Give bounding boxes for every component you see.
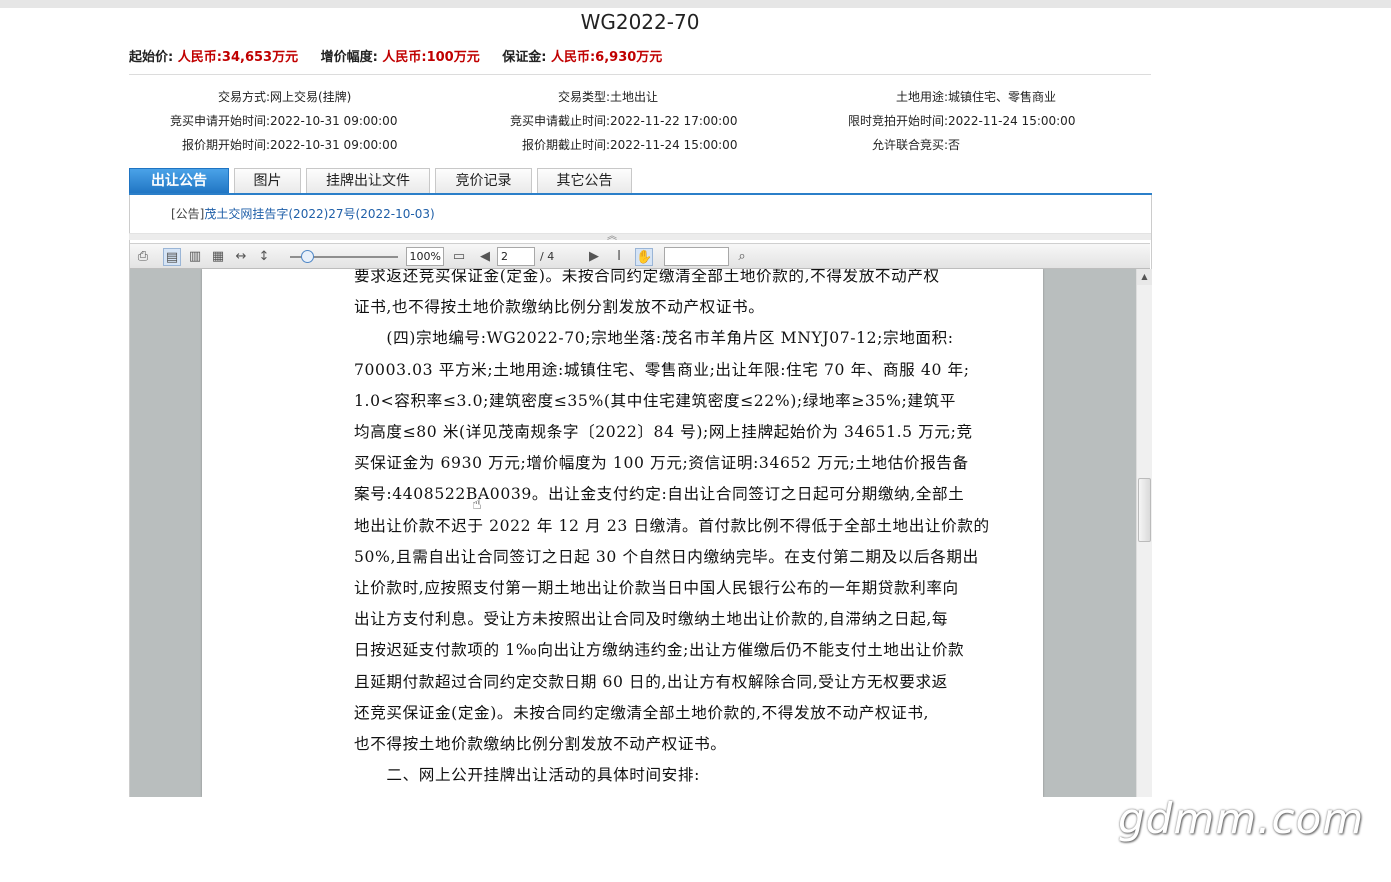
tab-listing-documents[interactable]: 挂牌出让文件 — [306, 168, 430, 194]
document-line: 日按迟延支付款项的 1‰向出让方缴纳违约金;出让方催缴后仍不能支付土地出让价款 — [354, 641, 965, 660]
deposit-label: 保证金: — [502, 50, 547, 65]
pdf-page: 要求返还竞买保证金(定金)。未按合同约定缴清全部土地价款的,不得发放不动产权 证书… — [202, 269, 1043, 797]
pdf-toolbar: ⎙ ▤ ▥ ▦ ↔ ↕ 100% ▭ ◀ 2 / 4 ▶ I ✋ ⌕ — [130, 243, 1150, 269]
tab-announcement[interactable]: 出让公告 — [129, 168, 229, 194]
divider — [129, 74, 1151, 75]
info-value: 土地出让 — [610, 90, 659, 104]
document-line: 要求返还竞买保证金(定金)。未按合同约定缴清全部土地价款的,不得发放不动产权 — [354, 269, 940, 285]
page-title: WG2022-70 — [580, 10, 700, 34]
top-bar — [0, 0, 1391, 8]
zoom-slider-handle[interactable] — [301, 250, 314, 263]
document-line: 买保证金为 6930 万元;增价幅度为 100 万元;资信证明:34652 万元… — [354, 454, 969, 473]
document-line: 让价款时,应按照支付第一期土地出让价款当日中国人民银行公布的一年期贷款利率向 — [354, 579, 959, 598]
info-label: 竞买申请开始时间: — [169, 114, 270, 128]
info-value: 2022-10-31 09:00:00 — [270, 114, 398, 128]
info-value: 2022-10-31 09:00:00 — [270, 138, 398, 152]
vertical-scrollbar[interactable]: ▲ — [1136, 269, 1152, 797]
next-page-icon[interactable]: ▶ — [585, 248, 603, 266]
document-line: 案号:4408522BA0039。出让金支付约定:自出让合同签订之日起可分期缴纳… — [354, 485, 965, 504]
info-label: 允许联合竞买: — [871, 138, 948, 152]
info-label: 竞买申请截止时间: — [509, 114, 610, 128]
info-col-2: 交易类型:土地出让 竞买申请截止时间:2022-11-22 17:00:00 报… — [490, 88, 738, 153]
document-line: 70003.03 平方米;土地用途:城镇住宅、零售商业;出让年限:住宅 70 年… — [354, 360, 970, 379]
print-icon[interactable]: ⎙ — [134, 248, 152, 266]
increment-value: 人民币:100万元 — [382, 50, 480, 65]
info-col-3: 土地用途:城镇住宅、零售商业 限时竞拍开始时间:2022-11-24 15:00… — [828, 88, 1076, 153]
start-price-value: 人民币:34,653万元 — [177, 50, 299, 65]
info-label: 报价期截止时间: — [521, 138, 610, 152]
document-text: 要求返还竞买保证金(定金)。未按合同约定缴清全部土地价款的,不得发放不动产权 证书… — [354, 269, 1038, 791]
document-line: 证书,也不得按土地价款缴纳比例分割发放不动产权证书。 — [354, 298, 765, 317]
document-line: (四)宗地编号:WG2022-70;宗地坐落:茂名市羊角片区 MNYJ07-12… — [354, 329, 954, 348]
zoom-input[interactable]: 100% — [406, 247, 444, 266]
search-icon[interactable]: ⌕ — [733, 248, 751, 266]
document-line: 且延期付款超过合同约定交款日期 60 日的,出让方有权解除合同,受让方无权要求返 — [354, 672, 948, 691]
info-value: 2022-11-24 15:00:00 — [610, 138, 738, 152]
info-label: 交易类型: — [557, 90, 610, 104]
info-label: 土地用途: — [895, 90, 948, 104]
scroll-up-icon[interactable]: ▲ — [1137, 269, 1152, 285]
document-line: 地出让价款不迟于 2022 年 12 月 23 日缴清。首付款比例不得低于全部土… — [354, 516, 990, 535]
info-label: 交易方式: — [217, 90, 270, 104]
hand-tool-icon[interactable]: ✋ — [635, 248, 653, 266]
document-line: 出让方支付利息。受让方未按照出让合同及时缴纳土地出让价款的,自滞纳之日起,每 — [354, 610, 949, 629]
price-row: 起始价: 人民币:34,653万元 增价幅度: 人民币:100万元 保证金: 人… — [129, 46, 680, 65]
tab-other-notices[interactable]: 其它公告 — [537, 168, 632, 194]
info-value: 城镇住宅、零售商业 — [948, 90, 1057, 104]
info-value: 2022-11-24 15:00:00 — [948, 114, 1076, 128]
document-line: 50%,且需自出让合同签订之日起 30 个自然日内缴纳完毕。在支付第二期及以后各… — [354, 547, 979, 566]
page-total: / 4 — [540, 250, 555, 263]
deposit-value: 人民币:6,930万元 — [550, 50, 663, 65]
info-value: 网上交易(挂牌) — [270, 90, 352, 104]
single-page-icon[interactable]: ▤ — [163, 248, 181, 266]
thumbnail-grid-icon[interactable]: ▦ — [209, 248, 227, 266]
info-label: 限时竞拍开始时间: — [847, 114, 948, 128]
notice-prefix: [公告] — [171, 207, 205, 221]
collapse-bar[interactable] — [129, 233, 1151, 240]
increment-label: 增价幅度: — [320, 50, 378, 65]
page-number-input[interactable]: 2 — [497, 247, 535, 266]
tab-images[interactable]: 图片 — [234, 168, 301, 194]
document-line: 均高度≤80 米(详见茂南规条字〔2022〕84 号);网上挂牌起始价为 346… — [354, 423, 973, 442]
info-value: 2022-11-22 17:00:00 — [610, 114, 738, 128]
document-line: 二、网上公开挂牌出让活动的具体时间安排: — [354, 766, 700, 785]
scrollbar-thumb[interactable] — [1138, 478, 1151, 542]
watermark-text: gdmm.com — [1118, 794, 1365, 843]
notice-link[interactable]: 茂土交网挂告字(2022)27号(2022-10-03) — [204, 207, 434, 221]
mouse-cursor-icon: ☝ — [472, 494, 482, 513]
chevron-up-icon[interactable]: ︽ — [607, 227, 617, 242]
document-line: 还竞买保证金(定金)。未按合同约定缴清全部土地价款的,不得发放不动产权证书, — [354, 703, 930, 722]
fit-height-icon[interactable]: ↕ — [255, 248, 273, 266]
tab-bid-records[interactable]: 竞价记录 — [435, 168, 532, 194]
text-select-icon[interactable]: I — [610, 248, 628, 266]
fullscreen-icon[interactable]: ▭ — [450, 248, 468, 266]
pdf-viewer[interactable]: 要求返还竞买保证金(定金)。未按合同约定缴清全部土地价款的,不得发放不动产权 证书… — [130, 269, 1136, 797]
start-price-label: 起始价: — [129, 50, 174, 65]
notice-line: [公告]茂土交网挂告字(2022)27号(2022-10-03) — [171, 205, 435, 222]
info-label: 报价期开始时间: — [181, 138, 270, 152]
fit-width-icon[interactable]: ↔ — [232, 248, 250, 266]
info-col-1: 交易方式:网上交易(挂牌) 竞买申请开始时间:2022-10-31 09:00:… — [150, 88, 398, 153]
document-line: 也不得按土地价款缴纳比例分割发放不动产权证书。 — [354, 735, 727, 754]
previous-page-icon[interactable]: ◀ — [476, 248, 494, 266]
info-value: 否 — [948, 138, 961, 152]
search-input[interactable] — [664, 247, 729, 266]
document-line: 1.0<容积率≤3.0;建筑密度≤35%(其中住宅建筑密度≤22%);绿地率≥3… — [354, 391, 956, 410]
two-page-icon[interactable]: ▥ — [186, 248, 204, 266]
